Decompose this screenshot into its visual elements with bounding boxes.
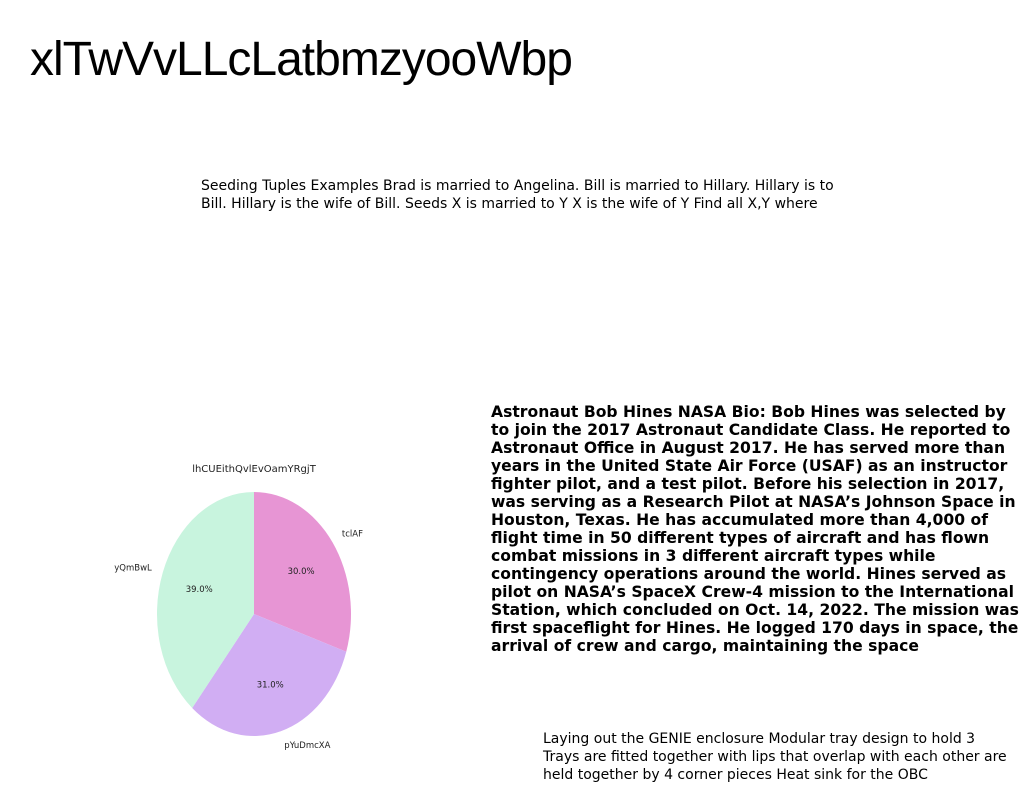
genie-enclosure-paragraph: Laying out the GENIE enclosure Modular t… [543,731,1007,783]
astronaut-bio-paragraph: Astronaut Bob Hines NASA Bio: Bob Hines … [491,403,1019,655]
pie-slice-label: yQmBwL [114,564,152,574]
pie-slice-percent-label: 30.0% [288,567,315,577]
pie-slice-percent-label: 31.0% [257,680,284,690]
pie-slice-label: pYuDmcXA [284,741,330,751]
chart-title: lhCUEithQvlEvOamYRgjT [192,464,317,475]
page-title: xlTwVvLLcLatbmzyooWbp [30,33,573,86]
pie-chart-svg: 30.0% tclAF 31.0% pYuDmcXA 39.0% yQmBwL lhCUEi… [114,464,363,751]
seeding-tuples-paragraph: Seeding Tuples Examples Brad is married … [201,178,834,212]
pie-slice-label: tclAF [342,530,363,540]
pie-slice-percent-label: 39.0% [186,585,213,595]
pie-chart: 30.0% tclAF 31.0% pYuDmcXA 39.0% yQmBwL lhCUEi… [110,458,380,753]
